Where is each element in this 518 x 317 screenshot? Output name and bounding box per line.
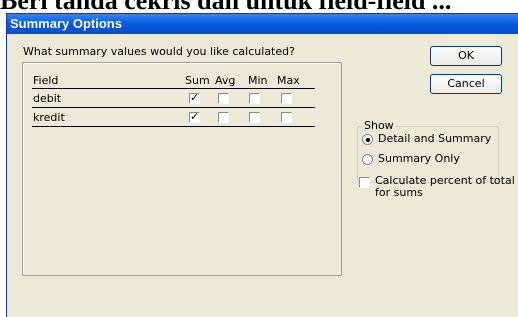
debit-avg-checkbox[interactable]	[218, 93, 229, 104]
summary-grid: Field Sum Avg Min Max debit ✓ kredit ✓	[22, 62, 342, 276]
header-divider	[32, 88, 315, 89]
check-icon: ✓	[190, 110, 200, 123]
summary-options-dialog: Summary Options What summary values woul…	[6, 13, 518, 317]
calculate-percent-label[interactable]: Calculate percent of total for sums	[375, 175, 515, 199]
debit-max-checkbox[interactable]	[281, 93, 292, 104]
kredit-min-checkbox[interactable]	[249, 112, 260, 123]
detail-and-summary-radio[interactable]	[362, 134, 373, 145]
summary-prompt: What summary values would you like calcu…	[23, 45, 295, 58]
row-divider	[32, 126, 315, 127]
header-max: Max	[277, 74, 300, 87]
summary-only-label[interactable]: Summary Only	[378, 152, 460, 165]
row-divider	[32, 107, 315, 108]
grid-header: Field Sum Avg Min Max	[23, 72, 343, 89]
kredit-sum-checkbox[interactable]: ✓	[189, 110, 200, 123]
cancel-button[interactable]: Cancel	[430, 74, 502, 94]
debit-sum-checkbox[interactable]: ✓	[189, 91, 200, 104]
calculate-percent-checkbox[interactable]	[359, 177, 370, 188]
header-avg: Avg	[215, 74, 236, 87]
header-field: Field	[33, 74, 59, 87]
show-group-label: Show	[362, 119, 396, 132]
kredit-avg-checkbox[interactable]	[218, 112, 229, 123]
radio-selected-icon	[366, 138, 370, 142]
debit-min-checkbox[interactable]	[249, 93, 260, 104]
dialog-title: Summary Options	[7, 14, 518, 34]
ok-button[interactable]: OK	[430, 46, 502, 66]
kredit-max-checkbox[interactable]	[281, 112, 292, 123]
table-row: kredit ✓	[23, 109, 343, 126]
check-icon: ✓	[190, 91, 200, 104]
table-row: debit ✓	[23, 90, 343, 107]
summary-only-radio[interactable]	[362, 154, 373, 165]
header-min: Min	[248, 74, 268, 87]
detail-and-summary-label[interactable]: Detail and Summary	[378, 132, 491, 145]
header-sum: Sum	[185, 74, 210, 87]
row-field-label: kredit	[33, 111, 65, 124]
row-field-label: debit	[33, 92, 62, 105]
